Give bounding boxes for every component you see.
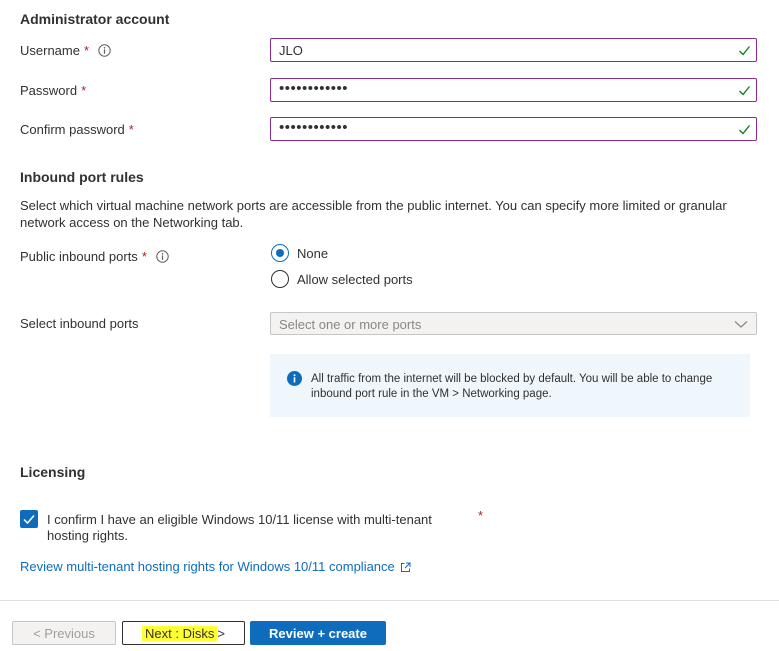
required-asterisk: * [478, 508, 484, 523]
checkmark-icon [23, 515, 35, 525]
license-confirm-label: I confirm I have an eligible Windows 10/… [47, 512, 432, 543]
chevron-down-icon [734, 318, 748, 330]
select-inbound-ports-label: Select inbound ports [20, 316, 139, 331]
checkmark-icon [738, 123, 751, 136]
inbound-ports-dropdown[interactable]: Select one or more ports [270, 312, 757, 335]
radio-allow-selected-ports-label: Allow selected ports [297, 271, 413, 287]
next-button-arrow: > [217, 625, 225, 641]
inbound-description: Select which virtual machine network por… [20, 198, 727, 230]
previous-button-label: < Previous [33, 625, 95, 641]
radio-allow-selected-ports[interactable]: Allow selected ports [271, 270, 413, 288]
password-value: •••••••••••• [279, 80, 349, 97]
username-label-text: Username [20, 43, 80, 58]
confirm-password-label-text: Confirm password [20, 122, 125, 137]
required-asterisk: * [141, 249, 147, 264]
select-inbound-ports-label-text: Select inbound ports [20, 316, 139, 331]
review-hosting-rights-link[interactable]: Review multi-tenant hosting rights for W… [20, 559, 411, 574]
section-title-inbound-port-rules: Inbound port rules [20, 169, 144, 185]
external-link-icon [400, 561, 411, 572]
radio-none[interactable]: None [271, 244, 328, 262]
info-icon[interactable] [98, 44, 111, 57]
next-button-label: Next : Disks [142, 625, 218, 641]
info-filled-icon [287, 371, 302, 386]
review-create-button[interactable]: Review + create [250, 621, 386, 645]
required-asterisk: * [83, 43, 90, 58]
previous-button[interactable]: < Previous [12, 621, 116, 645]
review-hosting-rights-link-text: Review multi-tenant hosting rights for W… [20, 559, 395, 574]
required-asterisk: * [81, 83, 87, 98]
public-inbound-ports-label: Public inbound ports * [20, 249, 169, 264]
info-message-box: All traffic from the internet will be bl… [270, 354, 750, 417]
dropdown-placeholder: Select one or more ports [279, 317, 422, 332]
password-field[interactable]: •••••••••••• [270, 78, 757, 102]
username-field[interactable]: JLO [270, 38, 757, 62]
password-label-text: Password [20, 83, 78, 98]
required-asterisk: * [128, 122, 134, 137]
username-value: JLO [279, 43, 303, 58]
public-inbound-ports-label-text: Public inbound ports [20, 249, 138, 264]
footer-divider [0, 600, 779, 601]
section-title-admin-account: Administrator account [20, 11, 170, 27]
radio-selected-indicator [271, 244, 289, 262]
confirm-password-field[interactable]: •••••••••••• [270, 117, 757, 141]
radio-none-label: None [297, 245, 329, 261]
checkmark-icon [738, 44, 751, 57]
review-create-button-label: Review + create [269, 625, 367, 641]
next-disks-button[interactable]: Next : Disks > [122, 621, 245, 645]
username-label: Username * [20, 43, 111, 58]
license-confirm-checkbox[interactable] [20, 510, 38, 528]
password-label: Password * [20, 83, 86, 98]
radio-unselected-indicator [271, 270, 289, 288]
checkmark-icon [738, 84, 751, 97]
info-message-text: All traffic from the internet will be bl… [311, 373, 713, 400]
confirm-password-label: Confirm password * [20, 122, 134, 137]
info-icon[interactable] [156, 250, 169, 263]
confirm-password-value: •••••••••••• [279, 119, 349, 136]
section-title-licensing: Licensing [20, 464, 86, 480]
